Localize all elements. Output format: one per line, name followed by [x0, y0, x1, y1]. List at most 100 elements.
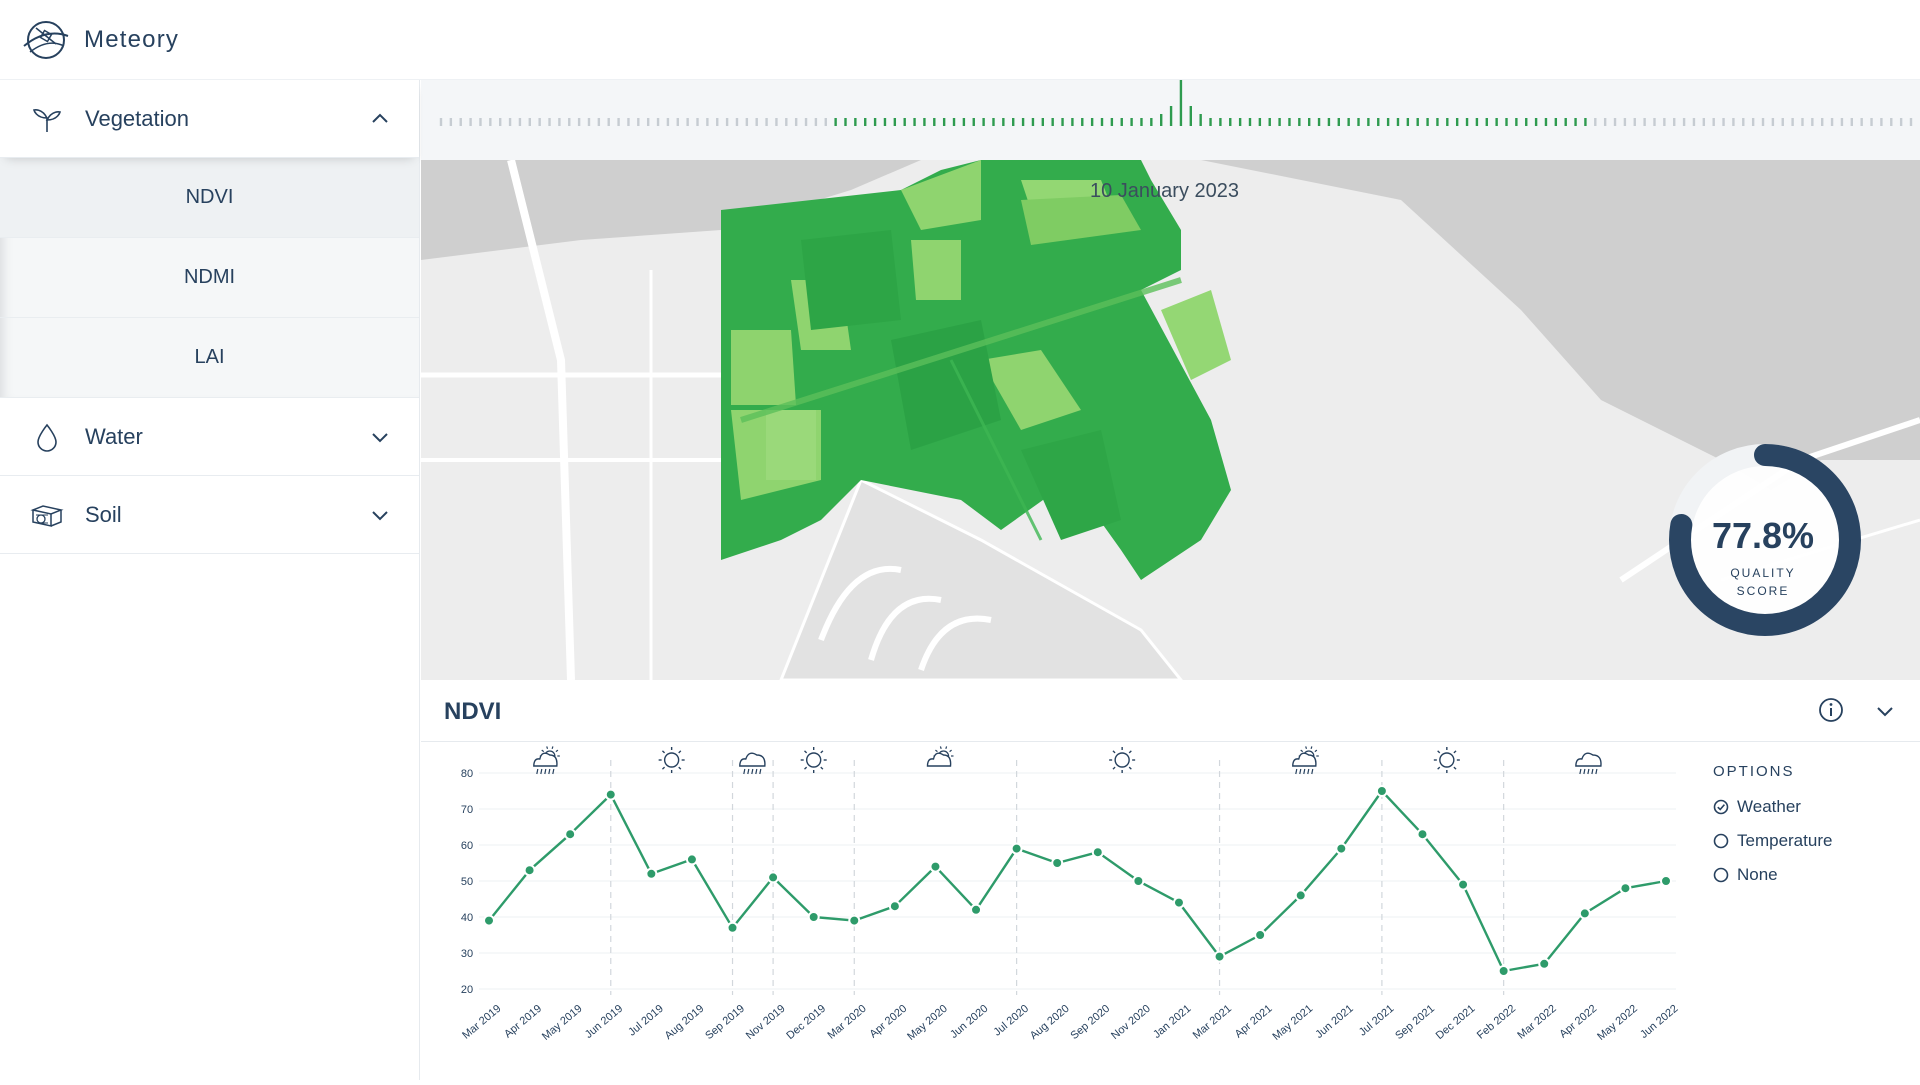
x-tick-label: Sep 2020	[1068, 1003, 1112, 1042]
data-point	[1051, 857, 1064, 869]
x-tick-label: Aug 2019	[663, 1003, 707, 1042]
x-tick-label: Sep 2019	[703, 1003, 747, 1042]
chevron-down-icon[interactable]	[369, 504, 391, 526]
ndvi-chart: 80 70 60 50 40 30 20 Mar 2019 Apr 2019 May 2019 Ju…	[421, 742, 1681, 1080]
data-point	[1254, 929, 1267, 941]
x-tick-label: Nov 2020	[1109, 1003, 1153, 1042]
sidebar-section-vegetation[interactable]: Vegetation	[0, 80, 419, 158]
x-tick-label: Jun 2021	[1313, 1003, 1355, 1041]
sidebar-section-soil[interactable]: Soil	[0, 476, 419, 554]
meteory-logo-icon[interactable]	[18, 16, 74, 64]
data-point	[726, 921, 739, 934]
sidebar-section-label: Vegetation	[85, 105, 189, 131]
info-icon[interactable]	[1818, 697, 1844, 723]
y-tick-label: 50	[461, 876, 473, 888]
app-title: Meteory	[84, 26, 180, 53]
x-tick-label: Jul 2020	[992, 1003, 1032, 1039]
radio-empty-icon	[1713, 867, 1729, 883]
y-tick-label: 60	[461, 840, 473, 852]
y-tick-label: 20	[461, 984, 473, 996]
data-point	[1091, 846, 1104, 859]
sidebar-section-label: Soil	[85, 501, 122, 527]
chart-header: NDVI	[421, 680, 1920, 742]
data-point	[1619, 882, 1632, 895]
x-tick-label: Aug 2020	[1028, 1003, 1072, 1042]
x-tick-label: Nov 2019	[744, 1003, 788, 1042]
sprout-icon	[33, 108, 61, 132]
y-tick-label: 80	[461, 768, 473, 780]
x-tick-label: May 2020	[905, 1003, 950, 1043]
data-point	[1294, 889, 1307, 902]
partly-cloudy-rain-icon	[1292, 746, 1319, 775]
sidebar-item-ndmi[interactable]: NDMI	[0, 238, 419, 318]
sun-icon	[658, 747, 685, 773]
sidebar-section-label: Water	[85, 423, 143, 449]
x-tick-label: Jan 2021	[1151, 1003, 1193, 1041]
x-tick-label: Jun 2020	[948, 1003, 990, 1041]
data-point	[685, 853, 698, 866]
x-tick-label: Mar 2022	[1515, 1003, 1558, 1042]
sidebar: Vegetation NDVI NDMI LAI Water Soil	[0, 80, 420, 1080]
data-point	[523, 864, 536, 877]
ndvi-line-chart: 80706050403020Mar 2019Apr 2019May 2019Ju…	[460, 746, 1680, 1043]
data-point	[1172, 896, 1185, 909]
x-tick-label: Jul 2019	[626, 1003, 666, 1039]
data-point	[767, 871, 780, 884]
x-tick-label: Jun 2022	[1638, 1003, 1680, 1041]
data-point	[888, 900, 901, 913]
x-tick-label: May 2021	[1270, 1003, 1315, 1043]
y-tick-label: 70	[461, 804, 473, 816]
soil-icon	[30, 504, 64, 527]
rain-cloud-icon	[739, 752, 766, 775]
timeline-ticks[interactable]	[421, 80, 1920, 160]
option-label: None	[1737, 865, 1778, 884]
option-weather[interactable]: Weather	[1713, 790, 1913, 824]
data-point	[1213, 950, 1226, 963]
data-point	[848, 914, 861, 927]
x-tick-label: Apr 2019	[502, 1003, 544, 1041]
chevron-down-icon[interactable]	[369, 426, 391, 448]
data-point	[564, 828, 577, 841]
x-tick-label: Dec 2021	[1434, 1003, 1478, 1042]
sun-icon	[800, 747, 827, 773]
chevron-down-icon[interactable]	[1873, 699, 1897, 723]
chevron-up-icon[interactable]	[369, 108, 391, 130]
x-tick-label: Mar 2019	[460, 1003, 503, 1042]
option-label: Temperature	[1737, 831, 1833, 850]
x-tick-label: Dec 2019	[784, 1003, 828, 1042]
data-point	[483, 914, 495, 927]
x-tick-label: Sep 2021	[1393, 1003, 1437, 1042]
data-point	[1457, 878, 1470, 891]
sun-icon	[1433, 747, 1460, 773]
data-point	[1578, 907, 1591, 920]
data-point	[1375, 785, 1388, 797]
data-point	[1497, 965, 1510, 977]
data-point	[1335, 842, 1348, 855]
x-tick-label: Apr 2021	[1233, 1003, 1275, 1041]
data-point	[1660, 875, 1672, 887]
option-temperature[interactable]: Temperature	[1713, 824, 1913, 858]
x-tick-label: Jul 2021	[1357, 1003, 1397, 1039]
x-tick-label: Mar 2021	[1191, 1003, 1234, 1042]
checked-circle-icon	[1713, 799, 1729, 815]
sidebar-item-ndvi[interactable]: NDVI	[0, 158, 419, 238]
options-title: OPTIONS	[1713, 763, 1795, 780]
app-header: Meteory	[0, 0, 1920, 80]
data-point	[1416, 828, 1429, 841]
data-point	[807, 911, 820, 923]
sidebar-item-lai[interactable]: LAI	[0, 318, 419, 398]
quality-score-value: 77.8%	[1711, 515, 1815, 556]
data-point	[929, 860, 942, 873]
data-point	[970, 903, 983, 916]
data-point	[645, 867, 658, 880]
quality-label-line1: QUALITY	[1730, 566, 1796, 580]
x-tick-label: May 2022	[1595, 1003, 1640, 1043]
data-point	[604, 788, 617, 801]
data-point	[1010, 842, 1023, 855]
option-none[interactable]: None	[1713, 858, 1913, 892]
sidebar-section-water[interactable]: Water	[0, 398, 419, 476]
droplet-icon	[37, 423, 57, 452]
radio-empty-icon	[1713, 833, 1729, 849]
vegetation-submenu: NDVI NDMI LAI	[0, 158, 419, 398]
date-timeline[interactable]	[421, 80, 1920, 160]
